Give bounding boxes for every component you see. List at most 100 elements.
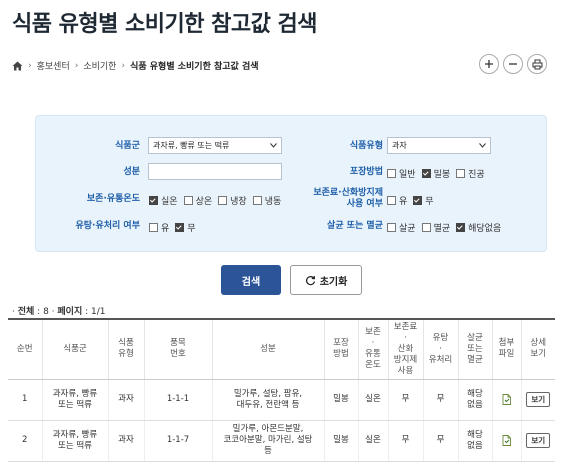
oil-label: 유탕·유처리 여부 <box>75 221 140 231</box>
cell-preservative: 무 <box>388 420 424 462</box>
preservative-label-line1: 보존료·산화방지제 <box>313 188 383 198</box>
search-form: 식품군 과자류, 빵류 또는 떡류 식품유형 과자 성분 포장방법 일반 밀봉 … <box>35 115 547 252</box>
view-detail-button[interactable]: 보기 <box>526 433 551 448</box>
zoom-in-button[interactable] <box>479 54 499 74</box>
cell-attachment <box>492 420 522 462</box>
cell-preservative: 무 <box>388 379 424 421</box>
preservative-no-checkbox[interactable] <box>413 196 423 205</box>
breadcrumb-current: 식품 유형별 소비기한 참고값 검색 <box>130 62 259 72</box>
sterilize-options: 살균 멸균 해당없음 <box>384 221 501 234</box>
storage-room-checkbox[interactable] <box>149 196 158 205</box>
packaging-normal-label: 일반 <box>399 170 416 180</box>
food-type-select[interactable]: 과자 <box>387 137 491 154</box>
breadcrumb-separator: › <box>28 60 32 71</box>
cell-packaging: 밀봉 <box>324 420 359 462</box>
packaging-vacuum-checkbox[interactable] <box>456 169 466 178</box>
total-label: 전체 <box>17 307 35 317</box>
cell-item-no: 1-1-7 <box>144 420 213 462</box>
chevron-down-icon <box>270 143 277 148</box>
storage-ambient-checkbox[interactable] <box>183 196 193 205</box>
sterilize-none-label: 해당없음 <box>468 224 502 234</box>
food-type-label: 식품유형 <box>349 141 383 151</box>
header-col-ingredients: 성분 <box>212 318 325 380</box>
home-icon[interactable] <box>12 61 23 71</box>
oil-no-checkbox[interactable] <box>175 223 185 232</box>
ingredient-label: 성분 <box>123 167 140 177</box>
table-header-row: 순번 식품군 식품 유형 품목 번호 성분 포장 방법 보존 · 유통 온도 보존료 · 산화… <box>8 318 555 380</box>
preservative-options: 유 무 <box>384 194 434 207</box>
reset-button[interactable]: 초기화 <box>290 265 362 295</box>
packaging-options: 일반 밀봉 진공 <box>384 167 485 180</box>
breadcrumb-item-1[interactable]: 홍보센터 <box>37 59 70 72</box>
sterilize-sterile-checkbox[interactable] <box>421 223 431 232</box>
storage-options: 실온 상온 냉장 냉동 <box>146 194 281 207</box>
page-tools <box>479 54 547 74</box>
breadcrumb-separator: › <box>121 60 126 71</box>
page-title: 식품 유형별 소비기한 참고값 검색 <box>12 12 318 37</box>
sterilize-pasteurize-checkbox[interactable] <box>387 223 396 232</box>
cell-oil: 무 <box>423 420 459 462</box>
sterilize-sterile-label: 멸균 <box>433 224 451 234</box>
results-table: 순번 식품군 식품 유형 품목 번호 성분 포장 방법 보존 · 유통 온도 보존료 · 산화… <box>8 318 555 462</box>
cell-type: 과자 <box>108 379 145 421</box>
zoom-out-button[interactable] <box>503 54 523 74</box>
oil-yes-checkbox[interactable] <box>149 223 158 232</box>
packaging-sealed-checkbox[interactable] <box>421 169 431 178</box>
search-button[interactable]: 검색 <box>221 265 281 295</box>
packaging-label: 포장방법 <box>349 167 383 177</box>
cell-type: 과자 <box>108 420 145 462</box>
cell-attachment <box>492 379 522 421</box>
header-col-oil: 유탕 · 유처리 <box>423 318 459 380</box>
packaging-vacuum-label: 진공 <box>468 170 485 180</box>
breadcrumb-item-2[interactable]: 소비기한 <box>83 59 116 72</box>
header-col-sterilize: 살균 또는 멸균 <box>458 318 493 380</box>
storage-fridge-checkbox[interactable] <box>218 196 228 205</box>
header-col-detail: 상세 보기 <box>521 318 555 380</box>
refresh-icon <box>305 275 315 285</box>
sterilize-none-checkbox[interactable] <box>456 223 466 232</box>
cell-sterilize: 해당 없음 <box>458 420 493 462</box>
file-download-icon[interactable] <box>502 393 512 405</box>
preservative-no-label: 무 <box>425 197 434 207</box>
storage-label: 보존·유통온도 <box>86 194 140 204</box>
preservative-yes-checkbox[interactable] <box>387 196 396 205</box>
cell-packaging: 밀봉 <box>324 379 359 421</box>
storage-frozen-label: 냉동 <box>264 197 282 207</box>
header-col-no: 순번 <box>8 318 43 380</box>
header-col-packaging: 포장 방법 <box>324 318 359 380</box>
storage-room-label: 실온 <box>161 197 178 207</box>
header-col-attachment: 첨부 파일 <box>492 318 522 380</box>
page-label: 페이지 <box>57 307 83 317</box>
storage-frozen-checkbox[interactable] <box>252 196 262 205</box>
cell-no: 2 <box>8 420 43 462</box>
breadcrumb: › 홍보센터 › 소비기한 › 식품 유형별 소비기한 참고값 검색 <box>12 59 259 72</box>
cell-item-no: 1-1-1 <box>144 379 213 421</box>
table-row: 1 과자류, 빵류 또는 떡류 과자 1-1-1 밀가루, 설탕, 팜유, 대두유, 전… <box>8 379 555 421</box>
preservative-yes-label: 유 <box>399 197 408 207</box>
sterilize-label: 살균 또는 멸균 <box>327 221 383 231</box>
view-detail-button[interactable]: 보기 <box>526 392 551 407</box>
preservative-label-line2: 사용 여부 <box>346 199 383 209</box>
cell-detail: 보기 <box>521 379 555 421</box>
oil-yes-label: 유 <box>161 224 170 234</box>
cell-oil: 무 <box>423 379 459 421</box>
storage-fridge-label: 냉장 <box>230 197 247 207</box>
cell-ingredients: 밀가루, 아몬드분말, 코코아분말, 마가린, 설탕 등 <box>212 420 325 462</box>
cell-group: 과자류, 빵류 또는 떡류 <box>42 420 109 462</box>
preservative-label: 보존료·산화방지제 사용 여부 <box>281 188 383 210</box>
print-button[interactable] <box>527 54 547 74</box>
ingredient-input[interactable] <box>148 163 282 180</box>
result-summary: · 전체 : 8 · 페이지 : 1/1 <box>12 307 106 317</box>
chevron-down-icon <box>479 143 486 148</box>
header-col-type: 식품 유형 <box>108 318 145 380</box>
header-col-preservative: 보존료 · 산화 방지제 사용 <box>388 318 424 380</box>
cell-detail: 보기 <box>521 420 555 462</box>
file-download-icon[interactable] <box>502 434 512 446</box>
cell-storage: 실온 <box>358 420 389 462</box>
packaging-normal-checkbox[interactable] <box>387 169 396 178</box>
food-group-value: 과자류, 빵류 또는 떡류 <box>153 141 230 150</box>
food-group-select[interactable]: 과자류, 빵류 또는 떡류 <box>148 137 282 154</box>
header-col-storage: 보존 · 유통 온도 <box>358 318 389 380</box>
food-type-value: 과자 <box>392 141 407 150</box>
packaging-sealed-label: 밀봉 <box>433 170 451 180</box>
